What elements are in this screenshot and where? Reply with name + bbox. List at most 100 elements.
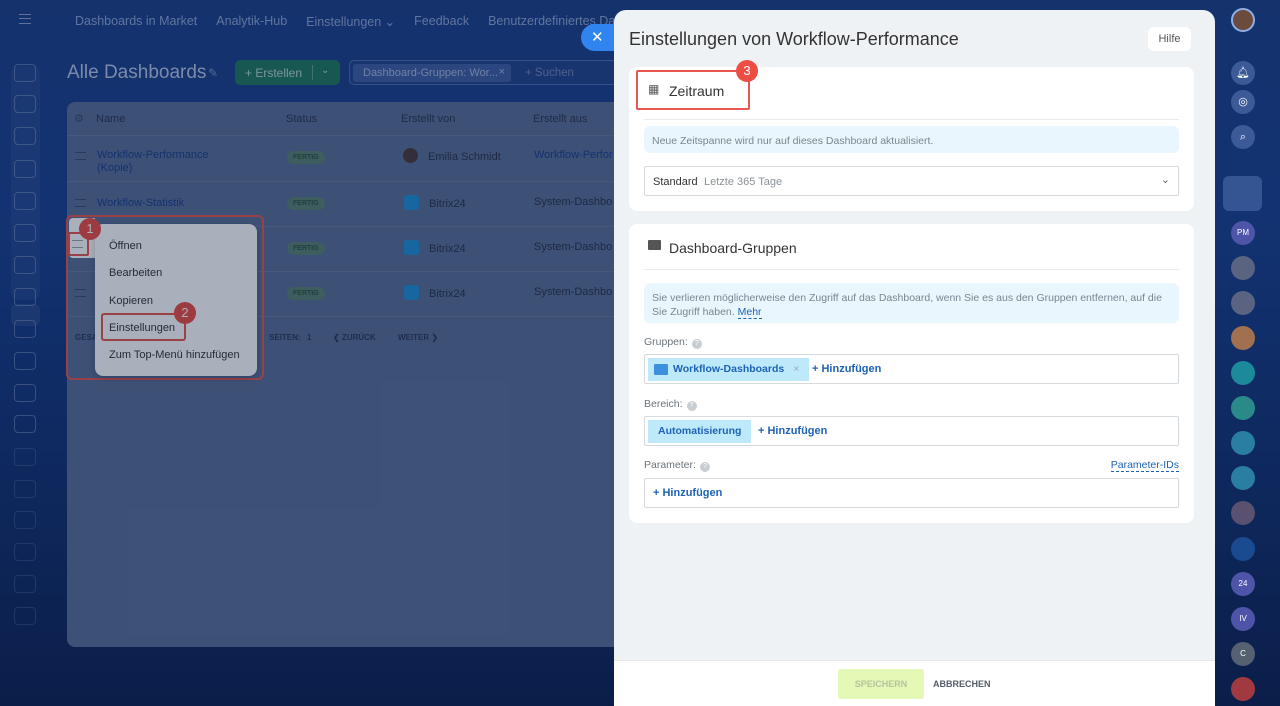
scope-tag[interactable]: Automatisierung: [648, 420, 752, 443]
help-icon[interactable]: ?: [699, 462, 710, 472]
chat-avatar[interactable]: C: [1231, 642, 1255, 666]
bell-icon[interactable]: 🔔︎: [1231, 61, 1255, 85]
close-icon[interactable]: ×: [499, 66, 505, 78]
sidebar-item-icon[interactable]: [14, 352, 36, 370]
groups-field[interactable]: Workflow-Dashboards × + Hinzufügen: [644, 354, 1179, 384]
sidebar-item-icon[interactable]: [14, 256, 36, 274]
gear-icon[interactable]: ⚙: [74, 112, 84, 125]
row-author[interactable]: Emilia Schmidt: [428, 151, 501, 163]
bitrix24-logo: [404, 240, 419, 255]
sidebar-item-icon[interactable]: [14, 607, 36, 625]
menu-item-edit[interactable]: Bearbeiten: [109, 267, 162, 279]
chat-avatar[interactable]: [1231, 677, 1255, 701]
chat-avatar[interactable]: [1231, 361, 1255, 385]
menu-icon[interactable]: [19, 14, 31, 24]
remove-icon[interactable]: ×: [793, 363, 799, 375]
search-chat-icon[interactable]: ⌕: [1231, 125, 1255, 149]
sidebar-item-icon[interactable]: [14, 160, 36, 178]
groups-label: Gruppen:?: [644, 336, 702, 349]
create-label: + Erstellen: [245, 65, 303, 80]
group-tag[interactable]: Workflow-Dashboards ×: [648, 358, 810, 381]
add-group-button[interactable]: + Hinzufügen: [812, 363, 881, 375]
help-icon[interactable]: ?: [686, 401, 697, 411]
help-icon[interactable]: ?: [691, 339, 702, 349]
col-name[interactable]: Name: [96, 113, 125, 125]
drag-handle-icon[interactable]: [75, 152, 86, 160]
sidebar-item-icon[interactable]: [14, 448, 36, 466]
save-button[interactable]: SPEICHERN: [838, 669, 924, 699]
row-name-suffix[interactable]: (Kopie): [97, 162, 132, 174]
sidebar-item-icon[interactable]: [14, 384, 36, 402]
create-button[interactable]: + Erstellen ⌄: [235, 60, 340, 85]
menu-item-open[interactable]: Öffnen: [109, 240, 142, 252]
chevron-down-icon: ⌄: [1160, 174, 1170, 186]
sidebar-item-icon[interactable]: [14, 64, 36, 82]
chat-avatar[interactable]: PM: [1231, 221, 1255, 245]
nav-item[interactable]: Feedback: [414, 14, 469, 29]
chat-avatar[interactable]: [1231, 431, 1255, 455]
chat-avatar[interactable]: [1231, 256, 1255, 280]
divider: [312, 65, 313, 80]
menu-item-add-top-menu[interactable]: Zum Top-Menü hinzufügen: [109, 349, 240, 361]
row-source[interactable]: System-Dashbo: [534, 286, 612, 298]
chat-avatar[interactable]: IV: [1231, 607, 1255, 631]
sidebar-item-icon[interactable]: [14, 224, 36, 242]
user-avatar[interactable]: [1231, 8, 1255, 32]
sidebar-item-icon[interactable]: [14, 95, 36, 113]
row-name[interactable]: Workflow-Performance: [97, 149, 209, 161]
sidebar-item-icon[interactable]: [14, 192, 36, 210]
pin-icon[interactable]: ✎: [208, 66, 218, 80]
chat-avatar[interactable]: 24: [1231, 572, 1255, 596]
sidebar-item-icon[interactable]: [14, 480, 36, 498]
prev-button[interactable]: ❮ ZURÜCK: [333, 333, 376, 342]
nav-item[interactable]: Dashboards in Market: [75, 14, 197, 29]
scope-field[interactable]: Automatisierung + Hinzufügen: [644, 416, 1179, 446]
row-name[interactable]: Workflow-Statistik: [97, 197, 184, 209]
sidebar-item-icon[interactable]: [14, 127, 36, 145]
col-status[interactable]: Status: [286, 113, 317, 125]
cancel-button[interactable]: ABBRECHEN: [933, 669, 991, 699]
nav-item[interactable]: Analytik-Hub: [216, 14, 287, 29]
search-input[interactable]: + Suchen: [525, 67, 574, 79]
groups-label-text: Gruppen:: [644, 336, 688, 348]
col-created-from[interactable]: Erstellt aus: [533, 113, 587, 125]
sidebar-item-icon[interactable]: [14, 543, 36, 561]
row-source[interactable]: System-Dashbo: [534, 241, 612, 253]
row-author[interactable]: Bitrix24: [429, 288, 466, 300]
menu-item-copy[interactable]: Kopieren: [109, 295, 153, 307]
parameter-ids-link[interactable]: Parameter-IDs: [1110, 459, 1179, 472]
page-number[interactable]: 1: [307, 333, 311, 342]
filter-chip[interactable]: Dashboard-Gruppen: Wor... ×: [353, 64, 511, 82]
sidebar-item-icon[interactable]: [14, 511, 36, 529]
activity-icon[interactable]: ◎: [1231, 90, 1255, 114]
sidebar-item-icon[interactable]: [14, 320, 36, 338]
drag-handle-icon[interactable]: [75, 199, 86, 207]
row-source[interactable]: System-Dashbo: [534, 196, 612, 208]
chat-avatar[interactable]: [1231, 326, 1255, 350]
params-label: Parameter:?: [644, 459, 710, 472]
chat-avatar[interactable]: [1231, 466, 1255, 490]
help-button[interactable]: Hilfe: [1148, 27, 1191, 51]
sidebar-item-icon[interactable]: [14, 415, 36, 433]
params-field[interactable]: + Hinzufügen: [644, 478, 1179, 508]
chat-avatar[interactable]: [1231, 537, 1255, 561]
chat-avatar[interactable]: [1231, 396, 1255, 420]
sidebar-item-icon[interactable]: [14, 575, 36, 593]
add-scope-button[interactable]: + Hinzufügen: [758, 425, 827, 437]
col-created-by[interactable]: Erstellt von: [401, 113, 455, 125]
period-select[interactable]: Standard Letzte 365 Tage ⌄: [644, 166, 1179, 196]
chat-avatar[interactable]: [1231, 291, 1255, 315]
sidebar-item-icon[interactable]: [14, 288, 36, 306]
row-author[interactable]: Bitrix24: [429, 198, 466, 210]
chevron-down-icon[interactable]: ⌄: [321, 65, 329, 76]
chat-avatar[interactable]: [1231, 501, 1255, 525]
pages-label: SEITEN:: [269, 333, 301, 342]
row-source[interactable]: Workflow-Perfor: [534, 149, 613, 161]
search-filter[interactable]: Dashboard-Gruppen: Wor... × + Suchen: [349, 60, 619, 85]
add-param-button[interactable]: + Hinzufügen: [653, 487, 722, 499]
more-link[interactable]: Mehr: [737, 306, 762, 319]
table-row[interactable]: Workflow-Performance (Kopie) FERTIG Emil…: [67, 136, 627, 182]
next-button[interactable]: WEITER ❯: [398, 333, 438, 342]
row-author[interactable]: Bitrix24: [429, 243, 466, 255]
nav-item[interactable]: Einstellungen ⌄: [306, 14, 395, 29]
